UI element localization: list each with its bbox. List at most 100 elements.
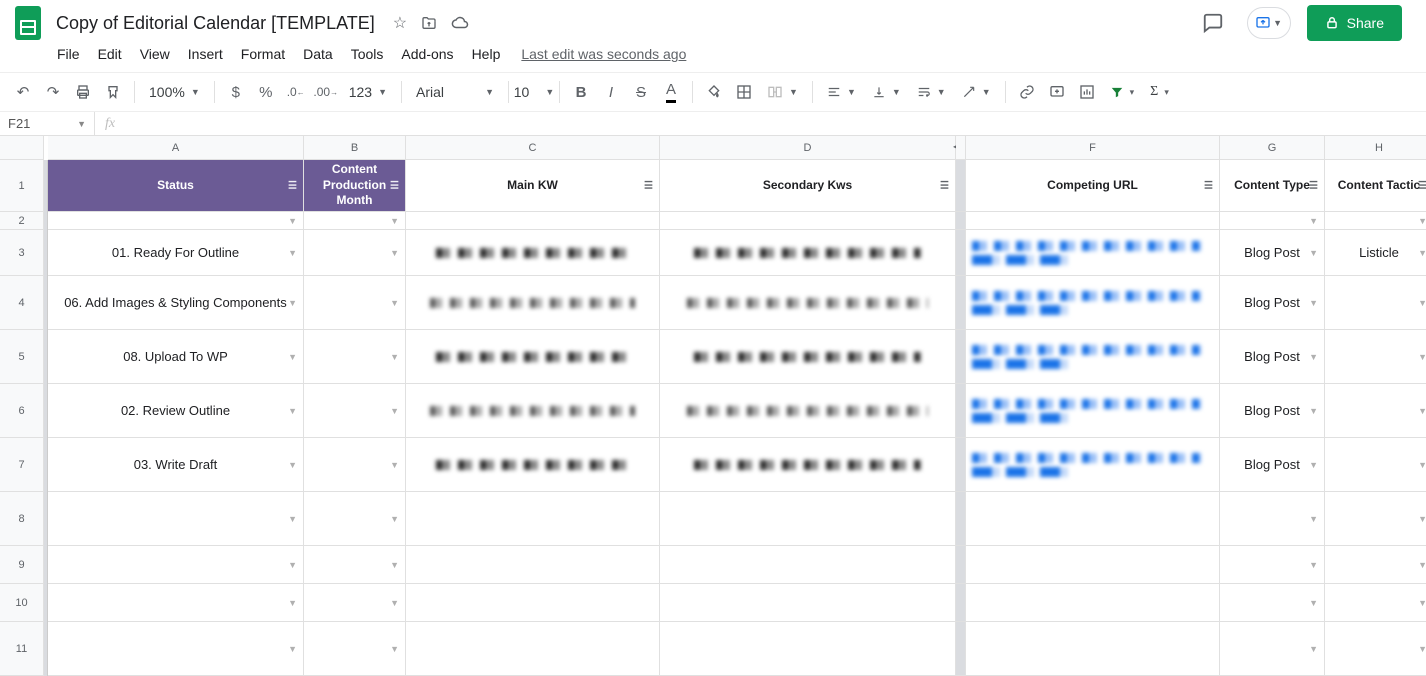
cell[interactable] (660, 384, 956, 438)
star-icon[interactable]: ☆ (393, 13, 407, 33)
undo-button[interactable]: ↶ (10, 79, 36, 105)
dropdown-caret-icon[interactable]: ▼ (1418, 352, 1426, 362)
column-header-G[interactable]: G (1220, 136, 1325, 160)
table-header-G[interactable]: Content Type☰ (1220, 160, 1325, 212)
row-header[interactable]: 2 (0, 212, 44, 230)
column-header-F[interactable]: F (966, 136, 1220, 160)
row-header[interactable]: 1 (0, 160, 44, 212)
dropdown-caret-icon[interactable]: ▼ (1418, 406, 1426, 416)
bold-button[interactable]: B (568, 79, 594, 105)
cell[interactable] (660, 584, 956, 622)
cell[interactable]: ▼ (1325, 438, 1426, 492)
menu-tools[interactable]: Tools (342, 42, 393, 66)
cell[interactable]: ▼ (48, 212, 304, 230)
filter-icon[interactable]: ☰ (940, 179, 949, 192)
font-size-dropdown[interactable]: 10▼ (517, 79, 551, 105)
cell[interactable] (406, 212, 660, 230)
font-family-dropdown[interactable]: Arial▼ (410, 79, 500, 105)
cell[interactable] (406, 492, 660, 546)
present-button[interactable]: ▼ (1247, 7, 1291, 39)
cell[interactable]: ▼ (1325, 276, 1426, 330)
row-header[interactable]: 3 (0, 230, 44, 276)
cell[interactable]: ▼ (48, 546, 304, 584)
table-header-F[interactable]: Competing URL☰ (966, 160, 1220, 212)
table-header-B[interactable]: Content Production Month☰ (304, 160, 406, 212)
cell[interactable] (406, 384, 660, 438)
filter-icon[interactable]: ☰ (1418, 179, 1426, 192)
cell[interactable] (406, 584, 660, 622)
dropdown-caret-icon[interactable]: ▼ (1309, 460, 1318, 470)
move-icon[interactable] (421, 15, 437, 31)
merge-cells-dropdown[interactable]: ▼ (761, 79, 804, 105)
cell[interactable]: Blog Post▼ (1220, 330, 1325, 384)
cell[interactable] (660, 492, 956, 546)
row-header[interactable]: 8 (0, 492, 44, 546)
cell[interactable] (966, 546, 1220, 584)
dropdown-caret-icon[interactable]: ▼ (288, 352, 297, 362)
row-header[interactable]: 5 (0, 330, 44, 384)
insert-link-button[interactable] (1014, 79, 1040, 105)
dropdown-caret-icon[interactable]: ▼ (1309, 406, 1318, 416)
cell[interactable] (966, 584, 1220, 622)
table-header-H[interactable]: Content Tactic☰ (1325, 160, 1426, 212)
cell[interactable]: ▼ (1220, 546, 1325, 584)
cell[interactable]: 08. Upload To WP▼ (48, 330, 304, 384)
dropdown-caret-icon[interactable]: ▼ (390, 644, 399, 654)
dropdown-caret-icon[interactable]: ▼ (390, 406, 399, 416)
cell[interactable] (406, 276, 660, 330)
text-color-button[interactable]: A (658, 79, 684, 105)
cell[interactable] (966, 438, 1220, 492)
dropdown-caret-icon[interactable]: ▼ (1309, 248, 1318, 258)
dropdown-caret-icon[interactable]: ▼ (1309, 352, 1318, 362)
v-align-dropdown[interactable]: ▼ (866, 79, 907, 105)
cell[interactable] (406, 330, 660, 384)
menu-data[interactable]: Data (294, 42, 342, 66)
row-header[interactable]: 10 (0, 584, 44, 622)
cell[interactable]: 06. Add Images & Styling Components▼ (48, 276, 304, 330)
cell[interactable]: ▼ (304, 622, 406, 676)
cell[interactable] (660, 330, 956, 384)
last-edit-link[interactable]: Last edit was seconds ago (521, 46, 686, 62)
cell[interactable]: ▼ (1325, 546, 1426, 584)
dropdown-caret-icon[interactable]: ▼ (390, 560, 399, 570)
cell[interactable]: ▼ (304, 230, 406, 276)
dropdown-caret-icon[interactable]: ▼ (1309, 216, 1318, 226)
dropdown-caret-icon[interactable]: ▼ (1418, 560, 1426, 570)
format-percent-button[interactable]: % (253, 79, 279, 105)
cell[interactable] (966, 384, 1220, 438)
cell[interactable] (406, 230, 660, 276)
dropdown-caret-icon[interactable]: ▼ (288, 216, 297, 226)
cell[interactable]: ▼ (304, 276, 406, 330)
cell[interactable]: ▼ (1325, 212, 1426, 230)
table-header-C[interactable]: Main KW☰ (406, 160, 660, 212)
cell[interactable]: ▼ (48, 584, 304, 622)
filter-icon[interactable]: ☰ (288, 179, 297, 192)
cell[interactable]: ▼ (304, 212, 406, 230)
row-header[interactable]: 9 (0, 546, 44, 584)
increase-decimal-button[interactable]: .00→ (313, 79, 339, 105)
cell[interactable] (406, 438, 660, 492)
format-currency-button[interactable]: $ (223, 79, 249, 105)
cell[interactable]: ▼ (304, 384, 406, 438)
cell[interactable]: 03. Write Draft▼ (48, 438, 304, 492)
dropdown-caret-icon[interactable]: ▼ (1309, 644, 1318, 654)
print-button[interactable] (70, 79, 96, 105)
cell[interactable]: Blog Post▼ (1220, 230, 1325, 276)
dropdown-caret-icon[interactable]: ▼ (1309, 514, 1318, 524)
select-all-corner[interactable] (0, 136, 44, 160)
filter-button[interactable]: ▾ (1104, 79, 1141, 105)
table-header-D[interactable]: Secondary Kws☰ (660, 160, 956, 212)
dropdown-caret-icon[interactable]: ▼ (288, 406, 297, 416)
row-header[interactable]: 7 (0, 438, 44, 492)
row-header[interactable]: 6 (0, 384, 44, 438)
cell[interactable] (966, 330, 1220, 384)
share-button[interactable]: Share (1307, 5, 1402, 41)
cell[interactable] (660, 230, 956, 276)
dropdown-caret-icon[interactable]: ▼ (1418, 644, 1426, 654)
dropdown-caret-icon[interactable]: ▼ (390, 514, 399, 524)
menu-file[interactable]: File (48, 42, 89, 66)
dropdown-caret-icon[interactable]: ▼ (288, 514, 297, 524)
cell[interactable] (966, 492, 1220, 546)
fill-color-button[interactable] (701, 79, 727, 105)
menu-add-ons[interactable]: Add-ons (392, 42, 462, 66)
